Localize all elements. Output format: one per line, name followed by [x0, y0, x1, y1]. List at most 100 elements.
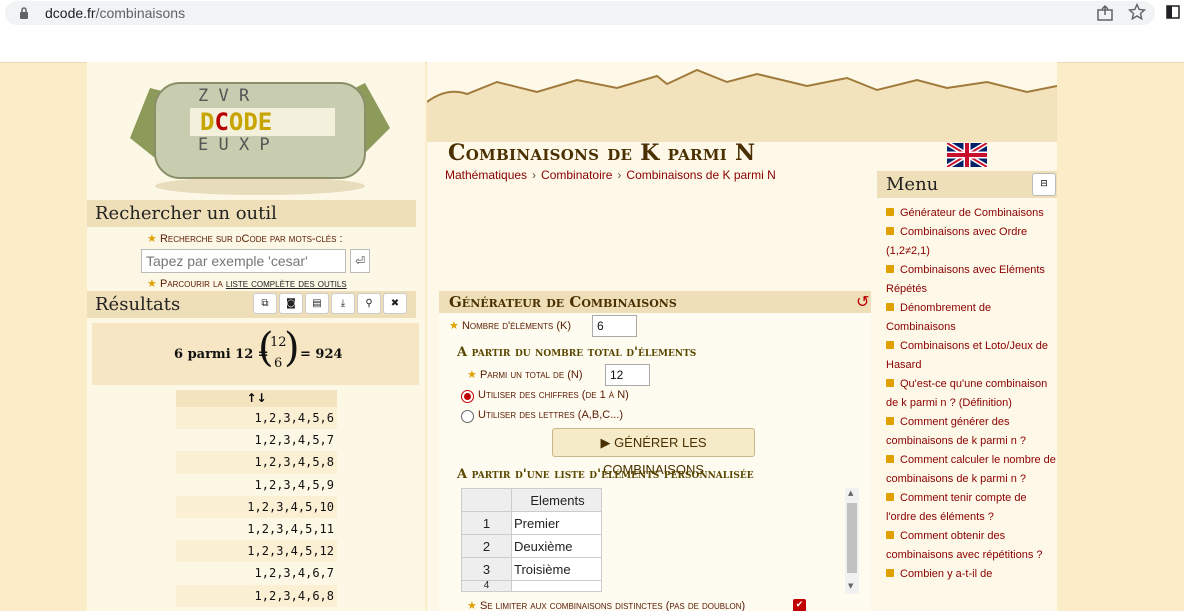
- list-heading: A partir d'une liste d'éléments personna…: [457, 467, 754, 482]
- star-icon: ★: [449, 320, 459, 332]
- close-results-button[interactable]: ✖: [383, 293, 407, 314]
- breadcrumb-current[interactable]: Combinaisons de K parmi N: [626, 168, 775, 182]
- star-icon: ★: [467, 369, 477, 381]
- copy-results-button[interactable]: ⧉: [253, 293, 277, 314]
- browse-tools: ★ Parcourir la liste complète des outils: [147, 277, 347, 290]
- star-icon: ★: [147, 233, 157, 245]
- menu-item[interactable]: Dénombrement de Combinaisons: [886, 299, 1058, 337]
- arrow-bullet-icon: [886, 303, 894, 311]
- results-heading-text: Résultats: [95, 294, 181, 315]
- menu-item-label: Combinaisons avec Eléments Répétés: [886, 264, 1045, 295]
- search-input[interactable]: Tapez par exemple 'cesar': [141, 249, 346, 273]
- copy-icon: ⧉: [261, 298, 269, 309]
- url-text: dcode.fr/combinaisons: [45, 5, 185, 21]
- sort-header[interactable]: ↑↓: [176, 390, 337, 407]
- formula-right: = 924: [300, 347, 343, 362]
- menu-item[interactable]: Combinaisons avec Ordre (1,2≠2,1): [886, 223, 1058, 261]
- table-scrollbar-thumb[interactable]: [847, 503, 857, 573]
- result-row: 1,2,3,4,5,8: [176, 451, 337, 474]
- browser-toolbar: dcode.fr/combinaisons: [0, 0, 1184, 28]
- element-cell[interactable]: Premier: [511, 511, 602, 535]
- side-panel-icon[interactable]: [1166, 5, 1180, 19]
- row-index: 4: [461, 580, 512, 592]
- n-label-text: Parmi un total de (N): [479, 369, 583, 381]
- browse-tools-link[interactable]: liste complète des outils: [226, 278, 347, 290]
- minus-icon: ⊟: [1040, 179, 1048, 189]
- arrow-bullet-icon: [886, 265, 894, 273]
- total-heading: A partir du nombre total d'élements: [457, 345, 697, 360]
- search-hint: ★ Recherche sur dCode par mots-clés :: [147, 232, 343, 245]
- row-index: 3: [461, 557, 512, 581]
- menu-item[interactable]: Générateur de Combinaisons: [886, 204, 1058, 223]
- result-row: 1,2,3,4,5,7: [254, 433, 334, 448]
- result-row: 1,2,3,4,6,8: [176, 584, 337, 607]
- menu-item[interactable]: Combien y a-t-il de: [886, 565, 1058, 584]
- k-label: ★ Nombre d'éléments (K): [449, 319, 571, 332]
- radio-letters[interactable]: [461, 410, 474, 423]
- distinct-label-text: Se limiter aux combinaisons distinctes (…: [479, 600, 746, 611]
- scroll-down-icon[interactable]: ▼: [848, 582, 853, 590]
- result-row: 1,2,3,4,5,12: [176, 540, 337, 563]
- svg-text:E U X P: E U X P: [198, 135, 270, 155]
- camera-icon: ◙: [286, 298, 296, 309]
- arrow-bullet-icon: [886, 417, 894, 425]
- url-path: /combinaisons: [95, 5, 186, 21]
- pin-results-button[interactable]: ⚲: [357, 293, 381, 314]
- breadcrumb: Mathématiques › Combinatoire › Combinaisons …: [445, 168, 776, 182]
- distinct-checkbox[interactable]: ✔: [793, 599, 806, 611]
- menu-item[interactable]: Comment tenir compte de l'ordre des élém…: [886, 489, 1058, 527]
- menu-item-label: Comment obtenir des combinaisons avec ré…: [886, 530, 1043, 561]
- generator-heading: Générateur de Combinaisons: [439, 291, 871, 313]
- search-tool-heading: Rechercher un outil: [87, 200, 416, 227]
- arrow-bullet-icon: [886, 341, 894, 349]
- breadcrumb-mathematiques[interactable]: Mathématiques: [445, 168, 527, 182]
- svg-text:Z V R: Z V R: [198, 86, 250, 106]
- element-cell[interactable]: [511, 580, 602, 592]
- result-row: 1,2,3,4,5,6: [176, 407, 337, 430]
- menu-item[interactable]: Qu'est-ce qu'une combinaison de k parmi …: [886, 375, 1058, 413]
- share-icon[interactable]: [1096, 4, 1114, 22]
- k-input[interactable]: 6: [592, 315, 637, 337]
- address-bar[interactable]: dcode.fr/combinaisons: [5, 1, 1155, 25]
- menu-item-label: Comment calculer le nombre de combinaiso…: [886, 454, 1056, 485]
- menu-item-label: Comment tenir compte de l'ordre des élém…: [886, 492, 1027, 523]
- table-row: 1 Premier: [461, 511, 602, 535]
- menu-item[interactable]: Combinaisons et Loto/Jeux de Hasard: [886, 337, 1058, 375]
- download-results-button[interactable]: ⤓: [331, 293, 355, 314]
- scroll-up-icon[interactable]: ▲: [848, 489, 853, 497]
- menu-item-label: Combinaisons avec Ordre (1,2≠2,1): [886, 226, 1028, 257]
- row-index: 1: [461, 511, 512, 535]
- menu-item[interactable]: Comment obtenir des combinaisons avec ré…: [886, 527, 1058, 565]
- screenshot-results-button[interactable]: ◙: [279, 293, 303, 314]
- arrow-bullet-icon: [886, 455, 894, 463]
- element-cell[interactable]: Troisième: [511, 557, 602, 581]
- dcode-logo[interactable]: Z V R E U X P DCODE: [120, 68, 400, 198]
- table-row: 3 Troisième: [461, 557, 602, 581]
- menu-heading: Menu: [877, 171, 1057, 198]
- n-input[interactable]: 12: [605, 364, 650, 386]
- search-submit-button[interactable]: ⏎: [350, 249, 370, 273]
- bookmark-star-icon[interactable]: [1128, 3, 1146, 21]
- result-row: 1,2,3,4,5,9: [254, 477, 334, 492]
- print-icon: ▤: [312, 298, 322, 309]
- result-row: 1,2,3,4,5,10: [176, 495, 337, 518]
- svg-text:DCODE: DCODE: [200, 108, 272, 136]
- print-results-button[interactable]: ▤: [305, 293, 329, 314]
- generate-combinations-button[interactable]: ▶ GÉNÉRER LES COMBINAISONS: [552, 428, 755, 477]
- refresh-icon[interactable]: ↺: [856, 292, 869, 311]
- menu-item[interactable]: Comment calculer le nombre de combinaiso…: [886, 451, 1058, 489]
- elements-table[interactable]: Elements 1 Premier 2 Deuxième 3 Troisième 4: [461, 488, 602, 592]
- arrow-bullet-icon: [886, 379, 894, 387]
- binom-bottom: 6: [274, 356, 283, 371]
- breadcrumb-separator: ›: [617, 168, 622, 182]
- arrow-bullet-icon: [886, 493, 894, 501]
- menu-collapse-button[interactable]: ⊟: [1032, 173, 1056, 196]
- table-row: 4: [461, 580, 602, 592]
- english-flag-icon[interactable]: [947, 143, 987, 167]
- breadcrumb-combinatoire[interactable]: Combinatoire: [541, 168, 612, 182]
- menu-item[interactable]: Combinaisons avec Eléments Répétés: [886, 261, 1058, 299]
- menu-item[interactable]: Comment générer des combinaisons de k pa…: [886, 413, 1058, 451]
- torn-parchment-decoration: [427, 68, 1057, 142]
- radio-digits[interactable]: [461, 390, 474, 403]
- element-cell[interactable]: Deuxième: [511, 534, 602, 558]
